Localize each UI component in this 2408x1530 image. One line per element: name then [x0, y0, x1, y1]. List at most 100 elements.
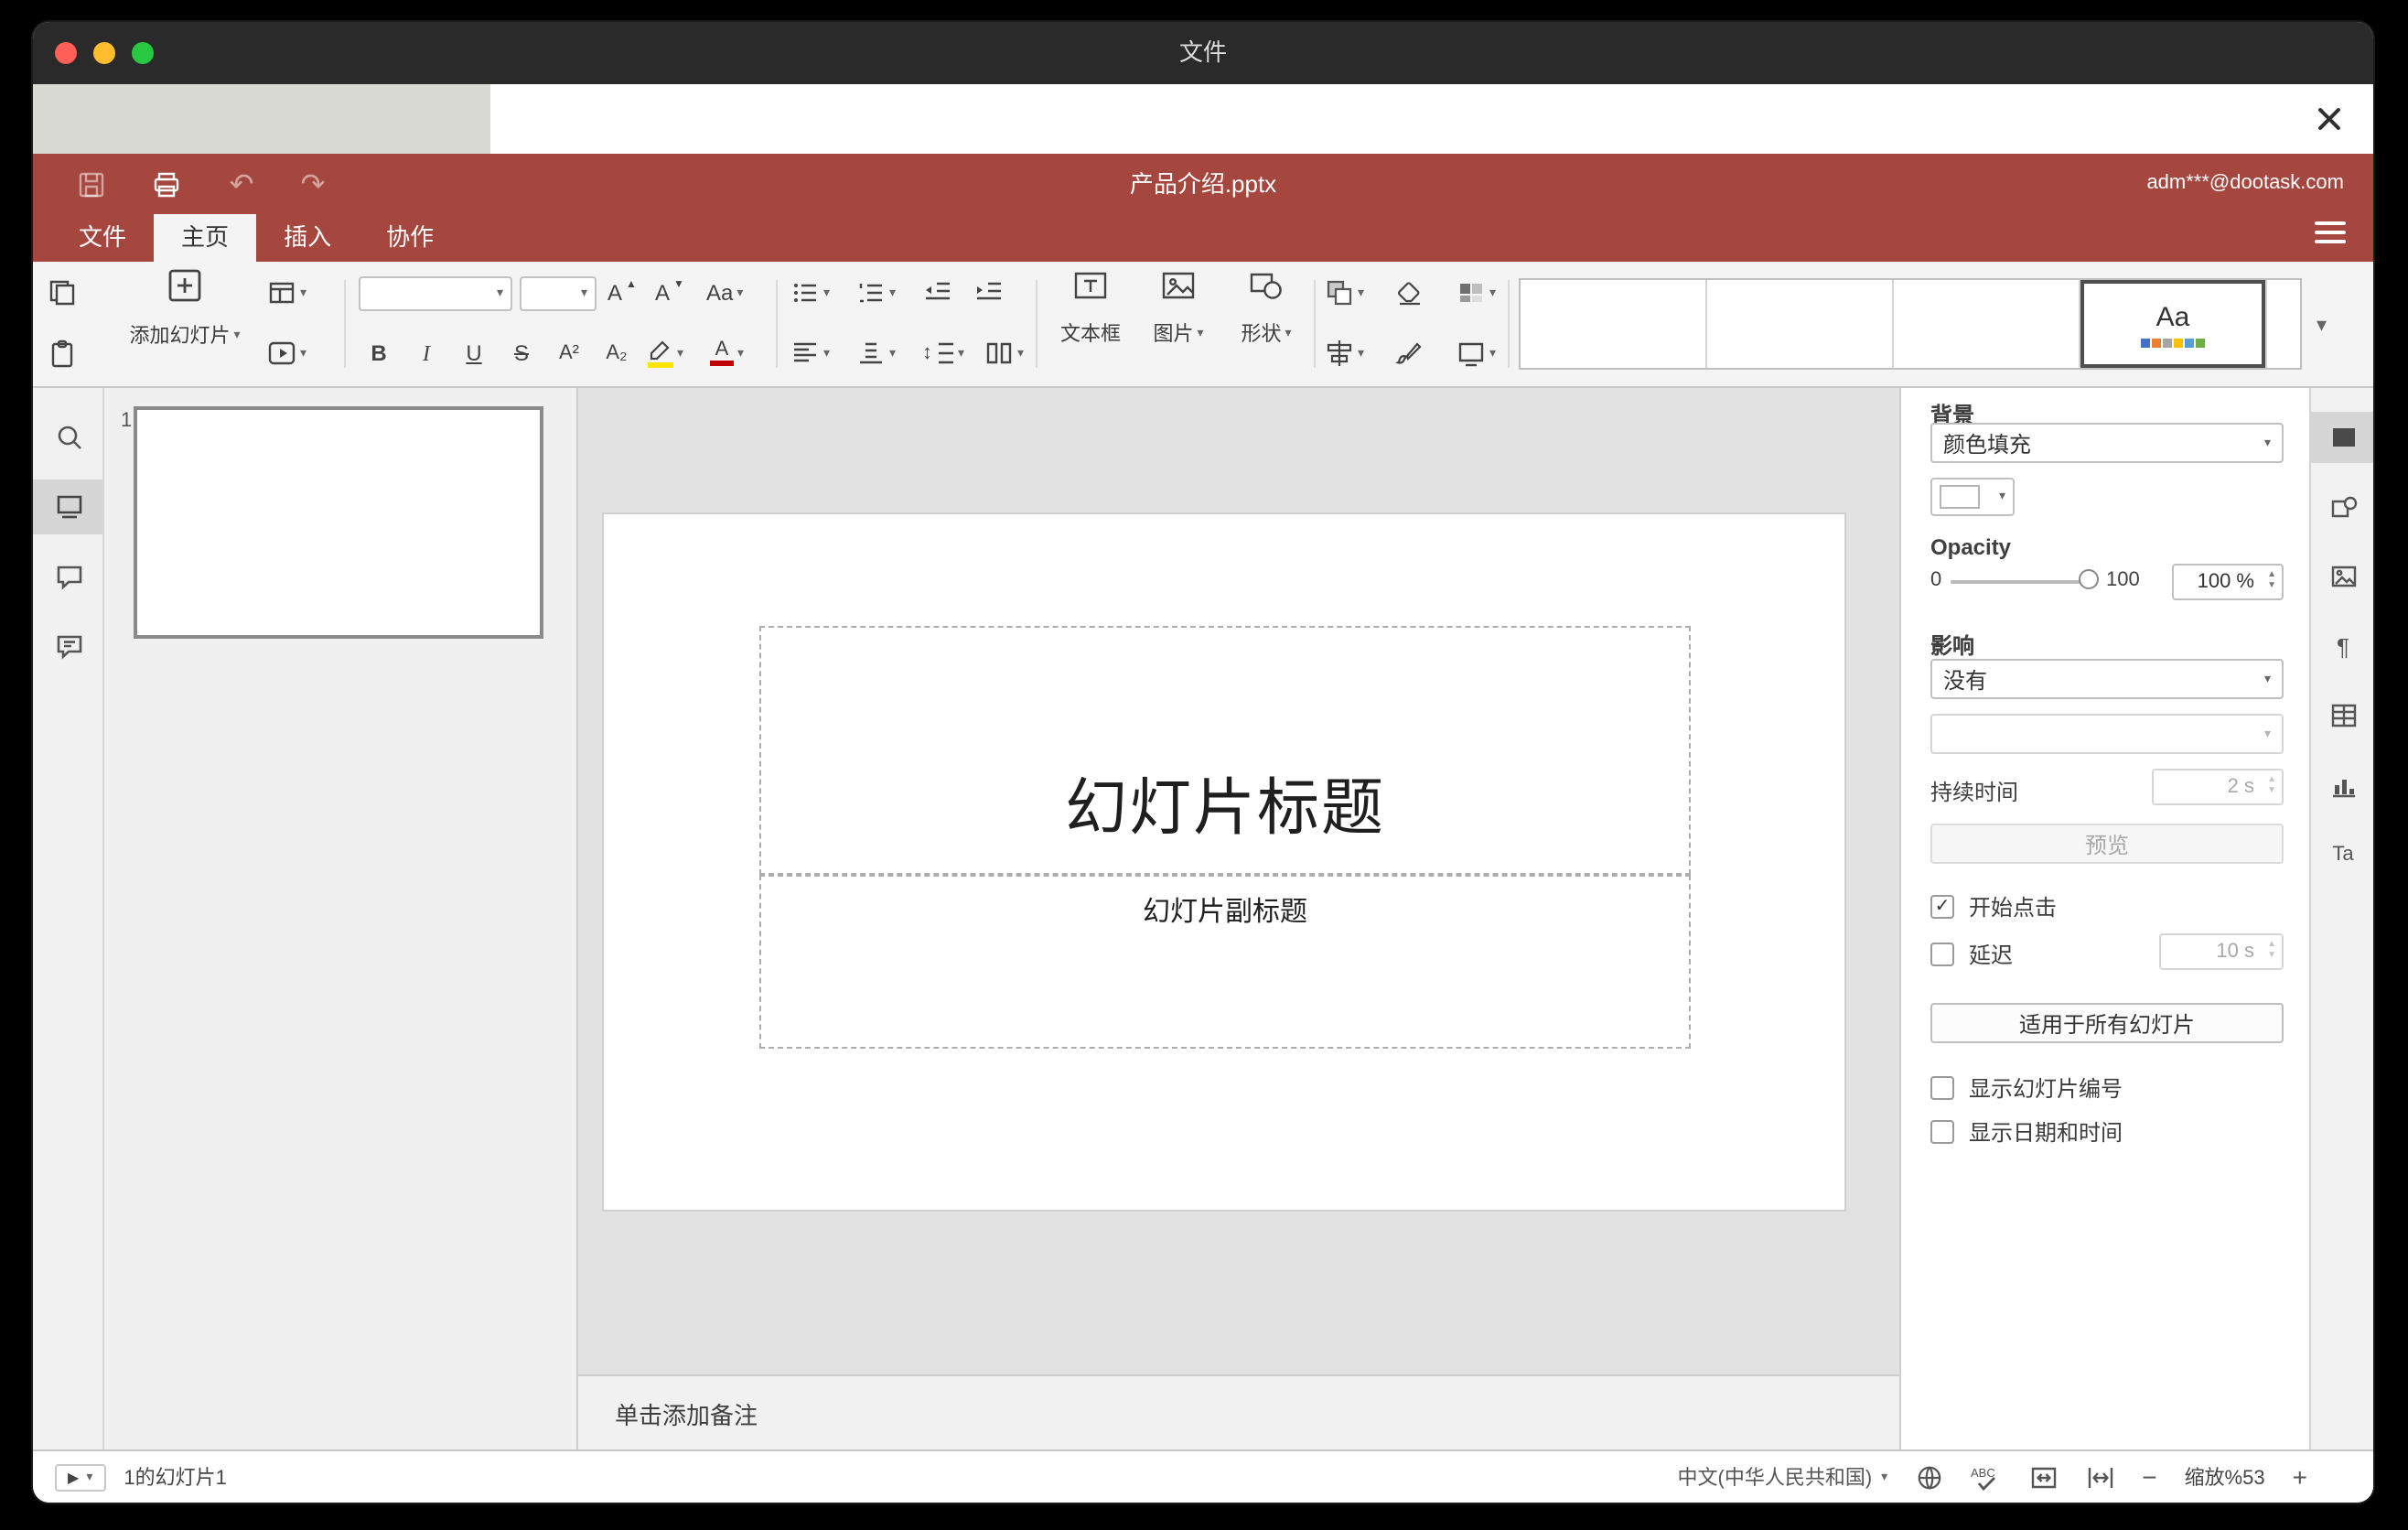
spinner-up-icon[interactable]: ▲ [2267, 569, 2276, 580]
decrease-font-size-button[interactable]: A ▼ [655, 271, 684, 315]
opacity-value-input[interactable]: 100 % ▲ ▼ [2172, 564, 2284, 600]
opacity-slider-track[interactable] [1951, 580, 2090, 584]
start-on-click-checkbox-row[interactable]: ✓ 开始点击 [1930, 891, 2057, 922]
line-spacing-button[interactable]: ↕ ▾ [922, 331, 964, 375]
textart-settings-tab[interactable]: Ta [2311, 829, 2373, 880]
add-slide-button[interactable]: 添加幻灯片 ▾ [113, 267, 256, 350]
arrange-button[interactable]: ▾ [1325, 271, 1364, 315]
checkbox-checked[interactable]: ✓ [1930, 895, 1954, 919]
slide-settings-tab[interactable] [2311, 412, 2373, 463]
close-icon[interactable] [2315, 104, 2344, 134]
notes-area[interactable]: 单击添加备注 [578, 1374, 1899, 1449]
change-case-button[interactable]: Aa ▾ [706, 271, 743, 315]
image-settings-tab[interactable] [2311, 551, 2373, 602]
highlight-color-button[interactable]: ▾ [648, 331, 683, 375]
spinner-down-icon[interactable]: ▼ [2267, 950, 2276, 961]
theme-option-1[interactable] [1521, 280, 1707, 368]
comments-button[interactable] [33, 549, 104, 604]
effect-variant-select[interactable]: ▾ [1930, 714, 2284, 754]
effect-select[interactable]: 没有 ▾ [1930, 659, 2284, 699]
fit-to-width-button[interactable] [2085, 1463, 2114, 1491]
tab-collaboration[interactable]: 协作 [359, 214, 461, 262]
zoom-out-button[interactable]: − [2142, 1462, 2156, 1492]
theme-option-3[interactable] [1894, 280, 2080, 368]
title-placeholder[interactable]: 幻灯片标题 [759, 626, 1691, 875]
spinner-down-icon[interactable]: ▼ [2267, 785, 2276, 796]
theme-gallery-expand-button[interactable]: ▾ [2317, 304, 2327, 348]
background-color-select[interactable]: ▾ [1930, 478, 2015, 516]
copy-button[interactable] [48, 271, 77, 315]
shape-settings-tab[interactable] [2311, 481, 2373, 533]
font-size-select[interactable]: ▾ [520, 276, 597, 311]
opacity-slider-knob[interactable] [2079, 569, 2099, 589]
superscript-button[interactable]: A² [549, 331, 589, 375]
checkbox-unchecked[interactable] [1930, 1120, 1954, 1144]
chart-settings-tab[interactable] [2311, 760, 2373, 811]
language-select[interactable]: 中文(中华人民共和国) ▾ [1678, 1462, 1888, 1492]
start-slideshow-button[interactable]: ▾ [267, 331, 306, 375]
horizontal-align-button[interactable]: ▾ [790, 331, 830, 375]
copy-style-button[interactable] [1394, 331, 1424, 375]
feedback-button[interactable] [33, 619, 104, 673]
fit-to-slide-button[interactable] [2028, 1463, 2058, 1491]
spellcheck-language-button[interactable] [1915, 1463, 1942, 1491]
checkbox-unchecked[interactable] [1930, 943, 1954, 966]
zoom-in-button[interactable]: + [2293, 1462, 2307, 1492]
spellcheck-button[interactable]: ABC [1970, 1463, 2001, 1491]
numbering-button[interactable]: ▾ [856, 271, 896, 315]
clear-style-button[interactable] [1394, 271, 1424, 315]
theme-option-5[interactable] [2267, 280, 2300, 368]
slide-size-button[interactable]: ▾ [1457, 331, 1496, 375]
paragraph-settings-tab[interactable]: ¶ [2311, 620, 2373, 672]
slide-thumbnail-1[interactable] [134, 406, 543, 639]
background-fill-select[interactable]: 颜色填充 ▾ [1930, 423, 2284, 463]
theme-option-selected[interactable]: Aa [2080, 280, 2267, 368]
subscript-button[interactable]: A₂ [597, 331, 637, 375]
italic-button[interactable]: I [406, 331, 446, 375]
insert-shape-button[interactable]: 形状 ▾ [1226, 267, 1306, 348]
duration-input[interactable]: 2 s ▲ ▼ [2152, 769, 2284, 805]
search-button[interactable] [33, 410, 104, 465]
add-slide-label: 添加幻灯片 [129, 326, 231, 348]
insert-textbox-button[interactable]: 文本框 [1050, 267, 1131, 348]
strikethrough-button[interactable]: S [501, 331, 542, 375]
tab-insert[interactable]: 插入 [256, 214, 359, 262]
show-date-time-row[interactable]: 显示日期和时间 [1930, 1116, 2123, 1148]
increase-font-size-button[interactable]: A ▲ [607, 271, 637, 315]
tab-file[interactable]: 文件 [51, 214, 154, 262]
apply-to-all-slides-button[interactable]: 适用于所有幻灯片 [1930, 1003, 2284, 1043]
columns-button[interactable]: ▾ [984, 331, 1024, 375]
chevron-down-icon: ▾ [1358, 347, 1365, 360]
spinner-up-icon[interactable]: ▲ [2267, 939, 2276, 950]
delay-input[interactable]: 10 s ▲ ▼ [2159, 933, 2284, 970]
search-icon [54, 423, 83, 452]
subtitle-placeholder[interactable]: 幻灯片副标题 [759, 875, 1691, 1049]
theme-option-2[interactable] [1707, 280, 1894, 368]
paste-button[interactable] [48, 331, 77, 375]
checkbox-unchecked[interactable] [1930, 1076, 1954, 1100]
show-slide-number-row[interactable]: 显示幻灯片编号 [1930, 1072, 2123, 1104]
table-settings-tab[interactable] [2311, 690, 2373, 741]
spinner-down-icon[interactable]: ▼ [2267, 580, 2276, 591]
bullets-button[interactable]: ▾ [790, 271, 830, 315]
tab-home[interactable]: 主页 [154, 214, 257, 262]
color-scheme-button[interactable]: ▾ [1457, 271, 1496, 315]
shape-align-button[interactable]: ▾ [1325, 331, 1364, 375]
delay-checkbox-row[interactable]: 延迟 [1930, 939, 2013, 970]
font-name-select[interactable]: ▾ [359, 276, 512, 311]
spinner-up-icon[interactable]: ▲ [2267, 774, 2276, 785]
increase-indent-button[interactable] [973, 271, 1003, 315]
decrease-indent-button[interactable] [922, 271, 951, 315]
slide-layout-button[interactable]: ▾ [267, 271, 306, 315]
insert-image-button[interactable]: 图片 ▾ [1138, 267, 1219, 348]
slide-editing-area[interactable]: 幻灯片标题 幻灯片副标题 [604, 514, 1844, 1210]
document-title[interactable]: 产品介绍.pptx [33, 154, 2373, 214]
font-color-button[interactable]: A ▾ [710, 331, 744, 375]
vertical-align-button[interactable]: ▾ [856, 331, 896, 375]
start-slideshow-statusbar-button[interactable]: ▶ ▾ [55, 1463, 106, 1491]
slides-panel-button[interactable] [33, 479, 104, 534]
menu-icon[interactable] [2315, 221, 2346, 249]
underline-button[interactable]: U [454, 331, 494, 375]
bold-button[interactable]: B [359, 331, 399, 375]
preview-button[interactable]: 预览 [1930, 824, 2284, 864]
